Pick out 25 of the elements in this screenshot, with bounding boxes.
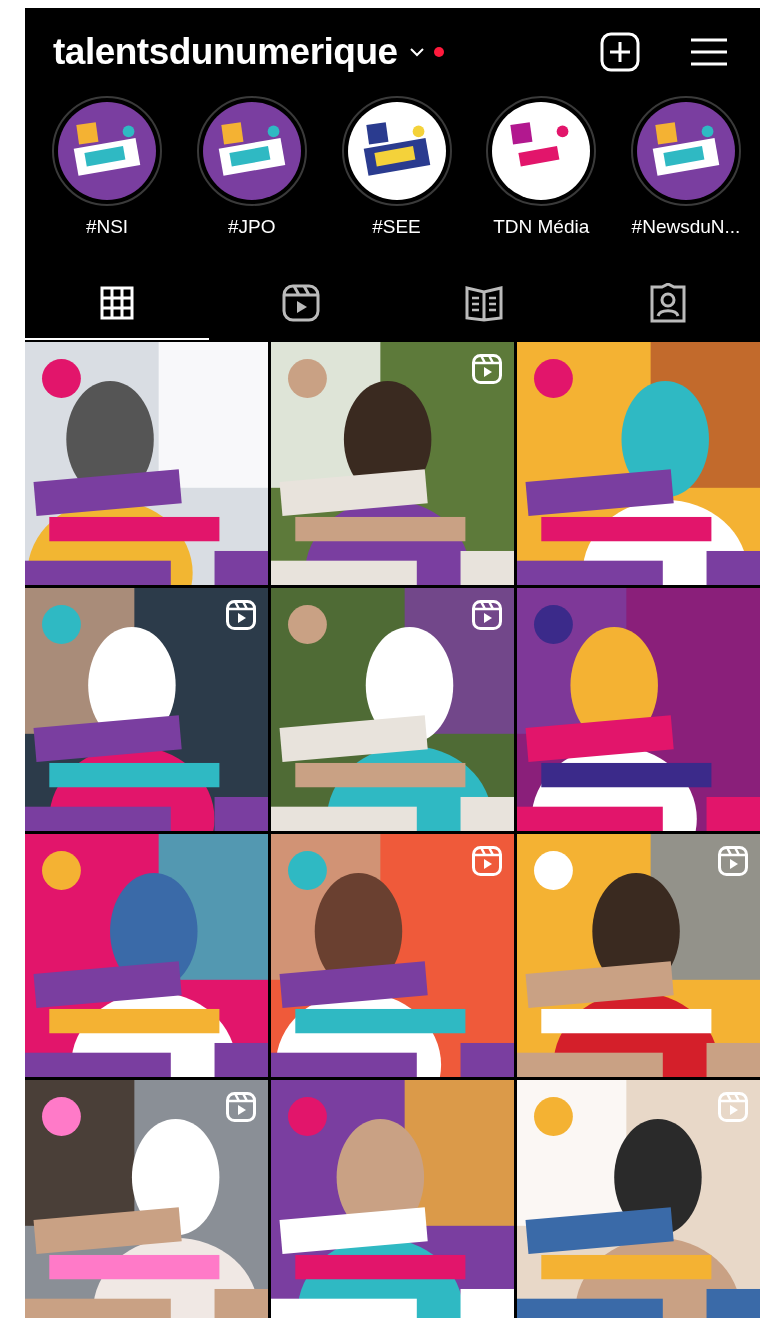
story-highlight[interactable] (52, 96, 162, 206)
reel-icon (718, 846, 748, 876)
reel-icon (226, 600, 256, 630)
story-highlight[interactable] (341, 96, 452, 206)
highlight-label: #NewsduN... (631, 216, 741, 238)
story-highlight[interactable] (631, 96, 741, 206)
book-icon (465, 284, 504, 322)
reel-icon (226, 1092, 256, 1122)
tagged-person-icon (650, 283, 687, 323)
menu-icon[interactable] (690, 37, 728, 67)
story-highlight[interactable] (486, 96, 597, 206)
highlight-label: #NSI (85, 216, 129, 238)
chevron-down-icon[interactable] (409, 47, 424, 57)
reel-icon (472, 846, 502, 876)
new-post-icon[interactable] (600, 32, 640, 72)
reel-icon (718, 1092, 748, 1122)
username[interactable]: talentsdunumerique (53, 31, 398, 73)
story-highlight[interactable] (196, 96, 307, 206)
grid-icon (99, 286, 134, 320)
highlight-label: TDN Média (493, 216, 590, 238)
highlight-label: #JPO (228, 216, 276, 238)
highlight-label: #SEE (372, 216, 421, 238)
reel-icon (472, 354, 502, 384)
reels-icon (281, 284, 320, 322)
reel-icon (472, 600, 502, 630)
